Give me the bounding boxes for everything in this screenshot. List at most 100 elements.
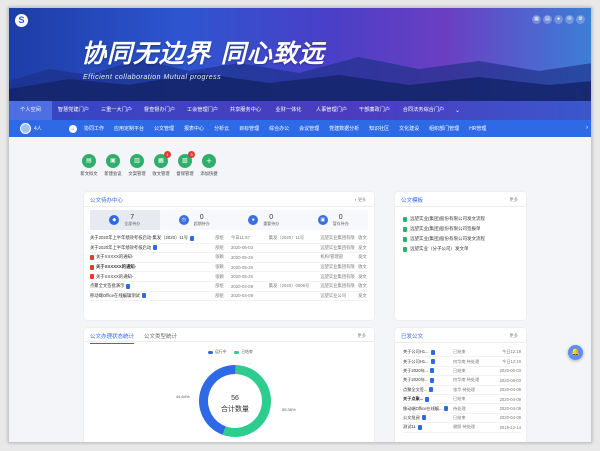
doc-title[interactable]: 关于XXXXXX的通知- xyxy=(90,264,215,270)
bell-icon[interactable]: 🔔 xyxy=(568,345,583,360)
table-row[interactable]: 关于XXXXX的通知- 张颖 2020-05-26 机构/管理部 发文 xyxy=(90,253,368,263)
subnav-item[interactable]: 党建数据分析 xyxy=(329,125,359,132)
nav-item-party-portal[interactable]: 智慧党建门户 xyxy=(52,101,95,120)
table-row[interactable]: 关于XXXXXX的通知- 张颖 2020-05-26 远望实业集团有限 收文 xyxy=(90,263,368,273)
sent-title[interactable]: 关于公司H1... xyxy=(403,359,453,365)
app-logo[interactable]: S xyxy=(15,14,28,27)
stat-overdue[interactable]: ◷ 0 超期待办 xyxy=(160,210,230,230)
chevron-right-icon[interactable]: › xyxy=(586,125,588,131)
stat-important[interactable]: ● 0 重要待办 xyxy=(229,210,299,230)
list-item[interactable]: 远望实业(集团)股份有限公司发文流程 xyxy=(403,234,485,244)
quick-action-supervise[interactable]: ▧ 3 督保管理 xyxy=(176,151,195,177)
quick-action-draft[interactable]: ▤ 新文拟文 xyxy=(80,154,98,177)
nav-item-decision-portal[interactable]: 三重一大门户 xyxy=(95,101,138,120)
subnav-item[interactable]: 目标管理 xyxy=(239,125,259,132)
document-icon[interactable]: ▤ xyxy=(82,154,96,168)
sent-title[interactable]: 点聚全文签... xyxy=(403,387,453,393)
table-row[interactable]: 点聚全文签批演示 部组 2020-04-09 集发〔2020〕0006号 远望实业集团有… xyxy=(90,282,368,292)
nav-item-hr-portal[interactable]: 人事管理门户 xyxy=(310,101,353,120)
list-item[interactable]: 关于2020年... 何华南 待处理 2020-06-03 xyxy=(403,376,521,386)
tab-status-stats[interactable]: 公文办理状态统计 xyxy=(90,332,135,344)
home-icon[interactable]: ⌂ xyxy=(69,124,77,133)
list-item[interactable]: 远望实业(集团)股份有限公司签报单 xyxy=(403,224,485,234)
file-icon xyxy=(141,293,146,299)
list-item[interactable]: 公文批阅 已结束 2020-04-09 xyxy=(403,414,521,424)
subnav-item[interactable]: 报表中心 xyxy=(184,125,204,132)
list-item[interactable]: 移动端Office在线编... 待处理 2020-04-09 xyxy=(403,404,521,414)
subnav-item[interactable]: 公文管理 xyxy=(154,125,174,132)
template-name: 远望实业(集团)股份有限公司发文流程 xyxy=(410,236,485,241)
nav-item-supervision-portal[interactable]: 督查督办门户 xyxy=(138,101,181,120)
nav-item-integrity-portal[interactable]: 干部廉政门户 xyxy=(353,101,396,120)
chevron-down-icon[interactable]: ⌄ xyxy=(455,107,460,114)
plus-icon[interactable]: + xyxy=(202,154,216,168)
meeting-icon[interactable]: ▣ xyxy=(106,154,120,168)
quick-action-add[interactable]: + 添加快捷 xyxy=(200,154,218,177)
doc-title[interactable]: 关于2020年上半年绩效考核启动-集发〔2020〕11号 xyxy=(90,235,215,241)
doc-title[interactable]: 关于2020年上半年绩效考核启动 xyxy=(90,245,215,251)
sent-title[interactable]: 关于2020年... xyxy=(403,368,453,374)
sent-title[interactable]: 公文批阅 xyxy=(403,415,453,421)
nav-item-shared-service[interactable]: 共享服务中心 xyxy=(224,101,267,120)
nav-item-legal-portal[interactable]: 合同法务综合门户 xyxy=(396,101,451,120)
list-item[interactable]: 远望实业（分子公司）发文单 xyxy=(403,244,485,254)
nav-item-finance[interactable]: 业财一体化 xyxy=(267,101,310,120)
quick-action-copy[interactable]: ▥ 文案管理 xyxy=(128,154,146,177)
stat-all[interactable]: ◆ 7 全部待办 xyxy=(90,210,160,230)
tab-type-stats[interactable]: 公文类型统计 xyxy=(144,332,177,344)
avatar[interactable] xyxy=(20,123,31,134)
table-row[interactable]: 关于XXXXX的通知- 张颖 2020-05-26 远望实业集团有限 发文 xyxy=(90,272,368,282)
list-item[interactable]: 远望实业(集团)股份有限公司发文流程 xyxy=(403,214,485,224)
subnav-item[interactable]: HR管理 xyxy=(469,125,486,132)
more-link[interactable]: 更多 xyxy=(509,333,518,339)
list-item[interactable]: 测试11 谢照 待处理 2019-12-14 xyxy=(403,423,521,433)
more-link[interactable]: 更多 xyxy=(358,197,366,202)
doc-title[interactable]: 关于XXXXX的通知- xyxy=(90,254,215,260)
inbox-icon[interactable]: ▦ 1 xyxy=(154,151,171,168)
settings-icon[interactable]: ⚙ xyxy=(576,15,585,24)
table-row[interactable]: 移动端Office在线编辑测试 部组 2020-04-09 远望实业公司 发文 xyxy=(90,292,368,302)
subnav-item[interactable]: 知识社区 xyxy=(369,125,389,132)
subnav-item[interactable]: 文化建设 xyxy=(399,125,419,132)
more-link[interactable]: 更多 xyxy=(509,197,518,203)
sent-title[interactable]: 测试11 xyxy=(403,424,453,430)
more-link[interactable]: 更多 xyxy=(357,333,366,339)
quick-action-meeting[interactable]: ▣ 新建会议 xyxy=(104,154,122,177)
subnav-item[interactable]: 会议管理 xyxy=(299,125,319,132)
subnav-item[interactable]: 分析云 xyxy=(214,125,229,132)
sent-title[interactable]: 移动端Office在线编... xyxy=(403,406,453,412)
apps-icon[interactable]: ▤ xyxy=(543,15,552,24)
quick-action-label: 添加快捷 xyxy=(200,171,218,176)
file-icon xyxy=(90,264,94,270)
sent-title[interactable]: 关于点聚... xyxy=(403,396,453,402)
chat-icon[interactable]: ✉ xyxy=(565,15,574,24)
grid-icon[interactable]: ▦ xyxy=(532,15,541,24)
legend-item[interactable]: 已结束 xyxy=(234,350,253,355)
stat-draft[interactable]: ▣ 0 暂存待办 xyxy=(299,210,369,230)
table-row[interactable]: 关于2020年上半年绩效考核启动-集发〔2020〕11号 部组 今日11:57 集发〔… xyxy=(90,234,368,244)
list-item[interactable]: 点聚全文签... 张华 待处理 2020-04-09 xyxy=(403,386,521,395)
sent-title[interactable]: 关于2020年... xyxy=(403,377,453,383)
nav-item-personal-space[interactable]: 个人空间 xyxy=(9,101,52,120)
list-item[interactable]: 关于公司H1... 何华南 待处理 今日12:19 xyxy=(403,357,521,367)
legend-item[interactable]: 运行中 xyxy=(208,350,226,355)
more-toggle[interactable]: ◐ 更多 xyxy=(354,197,366,203)
sent-title[interactable]: 关于公司H1... xyxy=(403,349,453,355)
list-item[interactable]: 关于2020年... 已结束 2020-06-03 xyxy=(403,367,521,377)
clipboard-icon[interactable]: ▧ 3 xyxy=(178,151,195,168)
list-item[interactable]: 关于点聚... 已结束 2020-04-09 xyxy=(403,395,521,405)
subnav-item[interactable]: 综合办公 xyxy=(269,125,289,132)
subnav-item[interactable]: 协同工作 xyxy=(84,125,104,132)
table-row[interactable]: 关于2020年上半年绩效考核启动 部组 2020-06-03 远望实业集团有限 发文 xyxy=(90,244,368,254)
doc-title[interactable]: 点聚全文签批演示 xyxy=(90,283,215,289)
nav-item-union-portal[interactable]: 工会管理门户 xyxy=(181,101,224,120)
doc-title[interactable]: 移动端Office在线编辑测试 xyxy=(90,293,215,299)
doc-title[interactable]: 关于XXXXX的通知- xyxy=(90,274,215,280)
user-icon[interactable]: ● xyxy=(554,15,563,24)
user-info[interactable]: 4人 xyxy=(9,123,69,134)
subnav-item[interactable]: 应用定制平台 xyxy=(114,125,144,132)
quick-action-receive[interactable]: ▦ 1 收文管理 xyxy=(152,151,171,177)
list-item[interactable]: 关于公司H1... 已结束 今日12:19 xyxy=(403,348,521,358)
subnav-item[interactable]: 组织部门管理 xyxy=(429,125,459,132)
folder-icon[interactable]: ▥ xyxy=(130,154,144,168)
